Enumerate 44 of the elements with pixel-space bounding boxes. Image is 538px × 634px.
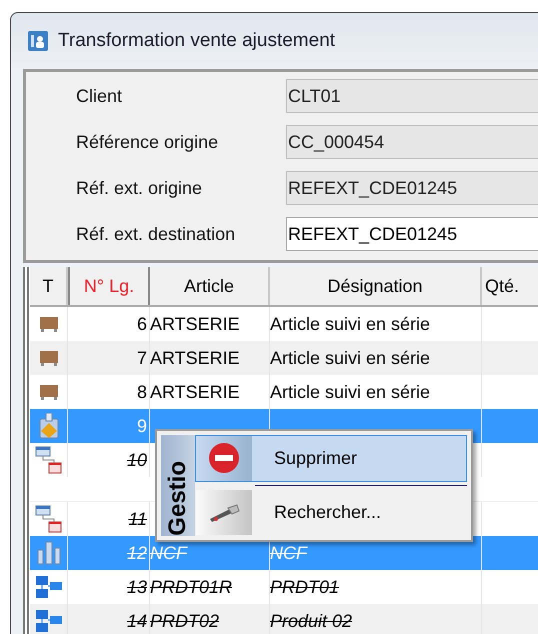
designation-cell: Article suivi en série [270, 348, 430, 368]
field-label: Client [76, 86, 124, 106]
field-label: Réf. ext. destination [76, 224, 236, 244]
article-cell: ARTSERIE [150, 348, 240, 368]
app-icon [28, 31, 48, 51]
crate-icon [38, 349, 58, 367]
table-link-icon [34, 446, 62, 474]
designation-cell: PRDT01 [270, 576, 340, 598]
bar-chart-icon [36, 540, 62, 566]
column-header[interactable]: Désignation [270, 267, 482, 305]
designation-cell: NCF [270, 542, 307, 564]
crate-icon [38, 315, 58, 333]
network-icon [34, 608, 62, 634]
crate-icon [38, 383, 58, 401]
flashlight-icon [208, 502, 240, 523]
field-label: Référence origine [76, 132, 220, 152]
column-header[interactable]: T [30, 267, 68, 305]
text-field[interactable]: REFEXT_CDE01245 [286, 217, 538, 251]
article-cell: PRDT02 [150, 610, 220, 632]
column-header[interactable]: N° Lg. [68, 267, 150, 305]
menu-item[interactable]: Supprimer [195, 435, 467, 482]
article-cell: ARTSERIE [150, 382, 240, 402]
menu-heading: Gestio [164, 461, 192, 536]
table-row[interactable]: 14 PRDT02 Produit 02 [30, 604, 538, 634]
network-icon [34, 574, 62, 600]
window-title: Transformation vente ajustement [58, 30, 336, 52]
text-field[interactable]: CC_000454 [286, 125, 538, 159]
article-cell: PRDT01R [150, 576, 232, 598]
designation-cell: Article suivi en série [270, 314, 430, 334]
field-label: Réf. ext. origine [76, 178, 204, 198]
article-cell: NCF [150, 542, 187, 564]
no-entry-icon [208, 442, 240, 474]
designation-cell: Produit 02 [270, 610, 352, 632]
text-field[interactable]: CLT01 [286, 79, 538, 113]
flask-icon [36, 413, 60, 439]
column-header[interactable]: Article [150, 267, 270, 305]
column-header[interactable]: Qté. [482, 267, 538, 305]
table-row[interactable]: 7 ARTSERIE Article suivi en série [30, 341, 538, 375]
menu-item[interactable]: Rechercher... [195, 489, 467, 536]
line-number-cell: 14 [68, 604, 150, 634]
designation-cell: Article suivi en série [270, 382, 430, 402]
table-link-icon [34, 505, 62, 533]
text-field[interactable]: REFEXT_CDE01245 [286, 171, 538, 205]
article-cell: ARTSERIE [150, 314, 240, 334]
